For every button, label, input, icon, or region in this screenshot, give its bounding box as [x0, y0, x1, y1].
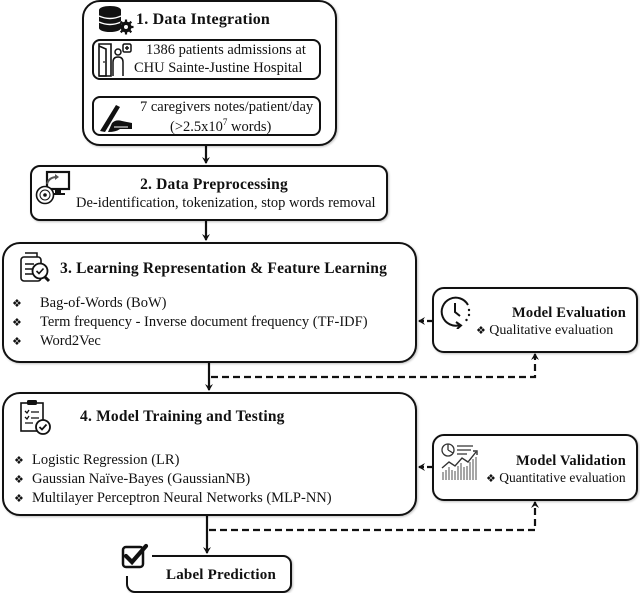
model-evaluation-box: Model Evaluation ❖ Qualitative evaluatio… — [432, 287, 638, 353]
list-item: ❖ Term frequency - Inverse document frequ… — [12, 314, 368, 330]
bullet-icon: ❖ — [12, 298, 22, 310]
list-item: ❖ Gaussian Naïve-Bayes (GaussianNB) — [14, 471, 251, 487]
notes-box: 7 caregivers notes/patient/day (>2.5x107… — [92, 96, 321, 136]
step2-data-preprocessing: 2. Data Preprocessing De-identification,… — [30, 165, 388, 221]
output-title: Label Prediction — [166, 567, 277, 583]
bullet-icon: ❖ — [476, 325, 486, 337]
list-item: ❖ Multilayer Perceptron Neural Networks (… — [14, 490, 332, 506]
patient-admission-icon — [97, 42, 133, 83]
validation-item: ❖ Quantitative evaluation — [486, 470, 626, 485]
list-item: ❖ Bag-of-Words (BoW) — [12, 295, 167, 311]
bullet-icon: ❖ — [12, 317, 22, 329]
validation-title: Model Validation — [516, 453, 626, 469]
checkbox-icon — [120, 543, 152, 576]
list-item: ❖ Logistic Regression (LR) — [14, 452, 180, 468]
writing-hand-icon — [98, 101, 134, 138]
step3-learning-representation: 3. Learning Representation & Feature Lea… — [2, 242, 417, 363]
step2-title: 2. Data Preprocessing — [140, 176, 288, 193]
step1-title: 1. Data Integration — [136, 11, 271, 28]
source-line1: 1386 patients admissions at — [146, 42, 306, 58]
step1-data-integration: 1. Data Integration 1386 patients admiss… — [82, 0, 337, 146]
bullet-icon: ❖ — [12, 336, 22, 348]
step4-model-list: ❖ Logistic Regression (LR) ❖ Gaussian Naïv… — [14, 451, 332, 508]
step3-feature-list: ❖ Bag-of-Words (BoW) ❖ Term frequency - In… — [12, 294, 368, 351]
evaluation-item: ❖ Qualitative evaluation — [476, 323, 614, 338]
source-line2: CHU Sainte-Justine Hospital — [134, 60, 303, 76]
database-gear-icon — [98, 5, 134, 40]
clock-cycle-icon — [440, 295, 474, 334]
bullet-icon: ❖ — [486, 473, 496, 485]
source-box: 1386 patients admissions at CHU Sainte-J… — [92, 39, 321, 80]
bullet-icon: ❖ — [14, 474, 24, 486]
model-validation-box: Model Validation ❖ Quantitative evaluati… — [432, 434, 638, 501]
evaluation-title: Model Evaluation — [512, 305, 626, 321]
document-search-icon — [17, 249, 53, 290]
notes-line1: 7 caregivers notes/patient/day — [140, 99, 314, 115]
notes-line2: (>2.5x107 words) — [170, 117, 271, 136]
step4-model-training: 4. Model Training and Testing ❖ Logistic … — [2, 392, 417, 516]
step4-title: 4. Model Training and Testing — [80, 408, 285, 425]
clipboard-check-icon — [18, 398, 52, 441]
notes-line2-suffix: words) — [227, 118, 272, 135]
notes-line2-prefix: (>2.5x10 — [170, 118, 223, 135]
step3-title: 3. Learning Representation & Feature Lea… — [60, 260, 388, 277]
bullet-icon: ❖ — [14, 493, 24, 505]
list-item: ❖ Word2Vec — [12, 333, 101, 349]
bullet-icon: ❖ — [14, 455, 24, 467]
step2-description: De-identification, tokenization, stop wo… — [76, 195, 376, 211]
chart-report-icon — [440, 442, 482, 487]
